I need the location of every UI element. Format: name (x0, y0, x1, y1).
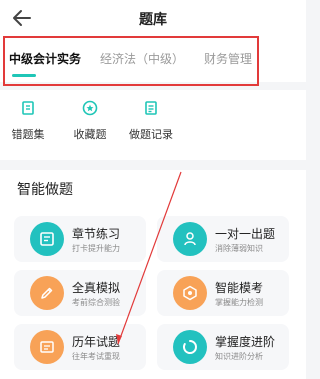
quick-label: 做题记录 (129, 128, 173, 141)
quick-links: 错题集 收藏题 做题记录 (0, 90, 306, 160)
record-icon (145, 101, 157, 115)
page-title: 题库 (139, 12, 167, 28)
quick-item-favorites[interactable]: 收藏题 (55, 100, 125, 142)
mastery-ring-icon (183, 340, 197, 354)
tile-title: 历年试题 (72, 335, 121, 349)
tile-chapter-practice[interactable]: 章节练习 打卡提升能力 (14, 216, 146, 262)
tile-subtitle: 掌握能力检测 (215, 298, 263, 307)
tile-mastery-progress[interactable]: 掌握度进阶 知识进阶分析 (157, 324, 289, 370)
tile-one-on-one[interactable]: 一对一出题 消除薄弱知识 (157, 216, 289, 262)
tile-icon-bg (30, 276, 64, 310)
tile-title: 掌握度进阶 (215, 335, 276, 349)
star-icon (82, 100, 98, 116)
tile-subtitle: 知识进阶分析 (215, 352, 263, 361)
tile-smart-exam[interactable]: 智能模考 掌握能力检测 (157, 270, 289, 316)
tile-subtitle: 往年考试重现 (72, 352, 120, 361)
tile-past-papers[interactable]: 历年试题 往年考试重现 (14, 324, 146, 370)
chapter-icon (40, 232, 54, 246)
exam-pencil-icon (41, 287, 53, 299)
tile-title: 章节练习 (72, 227, 121, 241)
tile-icon-bg (173, 222, 207, 256)
tile-title: 智能模考 (215, 281, 264, 295)
one-on-one-icon (184, 232, 196, 246)
smart-exam-icon (183, 285, 197, 301)
tile-title: 一对一出题 (215, 227, 276, 241)
tile-icon-bg (30, 330, 64, 364)
top-bar: 题库 (0, 0, 306, 36)
tile-full-simulation[interactable]: 全真模拟 考前综合测验 (14, 270, 146, 316)
past-papers-icon (40, 341, 54, 353)
annotation-highlight-box (3, 36, 259, 86)
tile-subtitle: 考前综合测验 (72, 298, 120, 307)
tile-icon-bg (30, 222, 64, 256)
tile-icon-bg (173, 276, 207, 310)
tile-title: 全真模拟 (72, 281, 121, 295)
tile-icon-bg (173, 330, 207, 364)
tile-subtitle: 消除薄弱知识 (215, 244, 263, 253)
quick-label: 错题集 (11, 128, 45, 141)
quick-label: 收藏题 (73, 128, 107, 141)
notebook-icon (22, 101, 34, 115)
quick-item-wrong-questions[interactable]: 错题集 (0, 100, 63, 142)
quick-item-history[interactable]: 做题记录 (116, 100, 186, 142)
section-title: 智能做题 (17, 182, 73, 198)
tile-subtitle: 打卡提升能力 (72, 244, 120, 253)
